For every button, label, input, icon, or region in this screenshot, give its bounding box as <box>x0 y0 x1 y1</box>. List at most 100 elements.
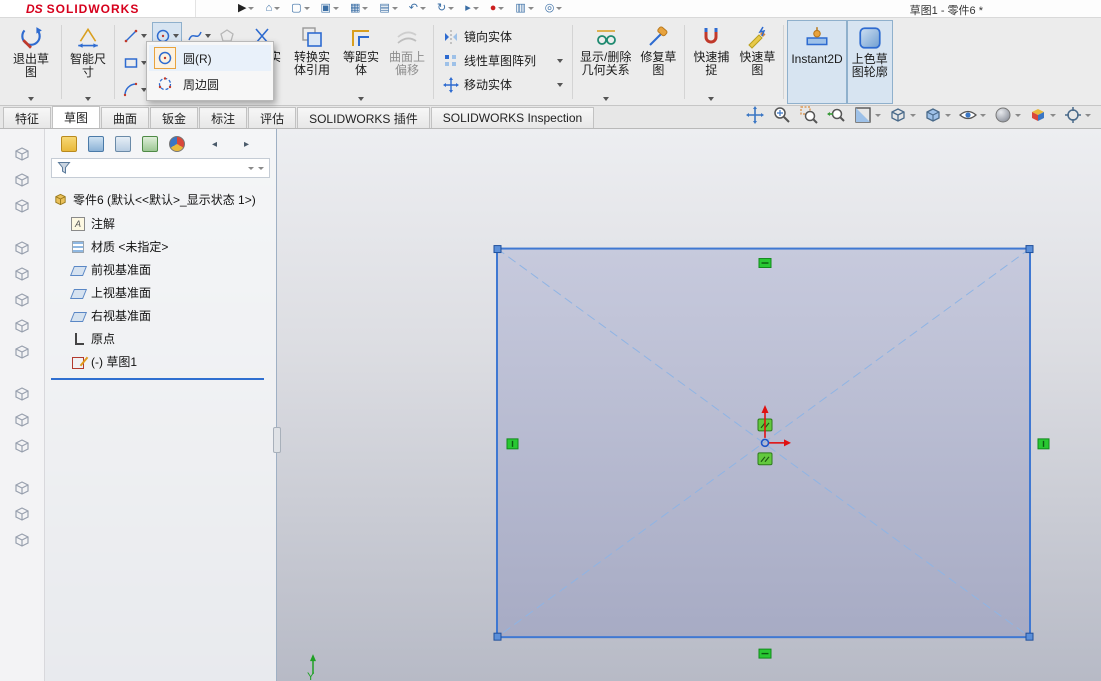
linear-sketch-pattern-button[interactable]: 线性草图阵列 <box>439 50 567 71</box>
displaymanager-tab-icon[interactable] <box>169 136 185 152</box>
smart-dimension-button[interactable]: 智能尺 寸 <box>65 20 111 104</box>
dropdown-caret-icon[interactable] <box>556 7 563 10</box>
tab-evaluate[interactable]: 评估 <box>248 107 297 128</box>
quick-snaps-button[interactable]: 快速捕 捉 <box>688 20 734 104</box>
propertymanager-tab-icon[interactable] <box>88 136 104 152</box>
tree-item-sketch1[interactable]: (-) 草图1 <box>45 350 276 373</box>
right-midpoint-handle[interactable] <box>1037 438 1050 450</box>
offset-entities-button[interactable]: 等距实 体 <box>338 20 384 104</box>
dropdown-caret-icon[interactable] <box>358 97 364 101</box>
docked-tool-icon-11[interactable] <box>13 437 31 455</box>
display-delete-relations-button[interactable]: 显示/删除 几何关系 <box>576 20 635 104</box>
corner-vertex-handle[interactable] <box>493 245 502 254</box>
sketch-rectangle[interactable] <box>493 245 1034 641</box>
file-properties-icon[interactable]: ▥ <box>515 3 534 14</box>
docked-tool-icon-5[interactable] <box>13 265 31 283</box>
select-arrow-icon[interactable]: ▸ <box>465 3 479 14</box>
graphics-viewport[interactable]: Y ◂ ▸ 零件6 (默认<<默认>_显示状态 1>) A 注解 材质 <未指定… <box>45 129 1101 681</box>
tab-markup[interactable]: 标注 <box>199 107 248 128</box>
dropdown-caret-icon[interactable] <box>472 7 479 10</box>
dropdown-caret-icon[interactable] <box>602 97 609 101</box>
dropdown-caret-icon[interactable] <box>448 7 455 10</box>
tree-item-annotations[interactable]: 注解 <box>45 212 276 235</box>
tree-item-front-plane[interactable]: 前视基准面 <box>45 258 276 281</box>
docked-tool-icon-14[interactable] <box>13 531 31 549</box>
rebuild-icon[interactable]: ↻ <box>437 3 455 14</box>
dropdown-caret-icon[interactable] <box>557 58 563 63</box>
panel-splitter[interactable] <box>273 427 281 453</box>
hide-show-items-icon[interactable] <box>958 105 986 125</box>
view-orientation-icon[interactable] <box>888 105 916 125</box>
featuremanager-tab-icon[interactable] <box>61 136 77 152</box>
tree-item-top-plane[interactable]: 上视基准面 <box>45 281 276 304</box>
dropdown-caret-icon[interactable] <box>274 7 281 10</box>
dropdown-caret-icon[interactable] <box>1015 113 1021 117</box>
rapid-sketch-button[interactable]: 快速草 图 <box>734 20 780 104</box>
previous-view-icon[interactable] <box>826 105 846 125</box>
tab-features[interactable]: 特征 <box>3 107 52 128</box>
pellet-icon[interactable]: ● <box>490 3 505 14</box>
offset-on-surface-button[interactable]: 曲面上 偏移 <box>384 20 430 104</box>
edit-appearance-icon[interactable] <box>993 105 1021 125</box>
view-settings-icon[interactable] <box>1063 105 1091 125</box>
dimxpertmanager-tab-icon[interactable] <box>142 136 158 152</box>
dropdown-caret-icon[interactable] <box>303 7 310 10</box>
bottom-midpoint-handle[interactable] <box>758 648 772 659</box>
convert-entities-button[interactable]: 转换实 体引用 <box>286 20 338 104</box>
dropdown-caret-icon[interactable] <box>498 7 505 10</box>
scroll-tabs-left-icon[interactable]: ◂ <box>196 136 217 152</box>
dropdown-caret-icon[interactable] <box>708 97 715 101</box>
tab-sketch[interactable]: 草图 <box>52 106 101 128</box>
dropdown-caret-icon[interactable] <box>28 97 34 101</box>
menu-item-circle[interactable]: 圆(R) <box>149 45 271 71</box>
dropdown-caret-icon[interactable] <box>419 7 426 10</box>
rollback-bar[interactable] <box>51 378 264 380</box>
docked-tool-icon-9[interactable] <box>13 385 31 403</box>
mirror-entities-button[interactable]: 镜向实体 <box>439 26 567 47</box>
print-icon[interactable]: ▤ <box>379 3 398 14</box>
exit-sketch-button[interactable]: 退出草 图 <box>4 20 58 104</box>
dropdown-caret-icon[interactable] <box>910 113 916 117</box>
menu-item-perimeter-circle[interactable]: 周边圆 <box>149 71 271 97</box>
options-gear-icon[interactable]: ◎ <box>545 3 563 14</box>
filter-options-caret-icon[interactable] <box>248 166 254 170</box>
docked-tool-icon-1[interactable] <box>13 145 31 163</box>
dropdown-caret-icon[interactable] <box>141 33 147 38</box>
docked-tool-icon-7[interactable] <box>13 317 31 335</box>
tree-item-part[interactable]: 零件6 (默认<<默认>_显示状态 1>) <box>45 188 276 212</box>
dropdown-caret-icon[interactable] <box>173 33 179 38</box>
docked-tool-icon-6[interactable] <box>13 291 31 309</box>
new-document-icon[interactable]: ▢ <box>291 3 310 14</box>
display-style-icon[interactable] <box>923 105 951 125</box>
dropdown-caret-icon[interactable] <box>875 113 881 117</box>
open-document-icon[interactable]: ▣ <box>321 3 339 14</box>
shaded-sketch-contours-button[interactable]: 上色草 图轮廓 <box>846 20 893 104</box>
docked-tool-icon-3[interactable] <box>13 197 31 215</box>
dropdown-caret-icon[interactable] <box>362 7 369 10</box>
filter-expand-caret-icon[interactable] <box>258 166 264 170</box>
tree-item-origin[interactable]: 原点 <box>45 327 276 350</box>
tree-item-material[interactable]: 材质 <未指定> <box>45 235 276 258</box>
dropdown-caret-icon[interactable] <box>557 82 563 87</box>
scroll-tabs-right-icon[interactable]: ▸ <box>228 136 249 152</box>
corner-vertex-handle[interactable] <box>1025 632 1034 641</box>
home-icon[interactable]: ⌂ <box>265 3 281 14</box>
tree-filter-bar[interactable] <box>51 158 270 178</box>
docked-tool-icon-10[interactable] <box>13 411 31 429</box>
repair-sketch-button[interactable]: 修复草 图 <box>635 20 681 104</box>
corner-vertex-handle[interactable] <box>1025 245 1034 254</box>
dropdown-caret-icon[interactable] <box>1050 113 1056 117</box>
undo-icon[interactable]: ↶ <box>409 3 426 14</box>
play-icon[interactable]: ▶ <box>238 3 255 14</box>
docked-tool-icon-12[interactable] <box>13 479 31 497</box>
docked-tool-icon-8[interactable] <box>13 343 31 361</box>
zoom-fit-icon[interactable] <box>772 105 792 125</box>
instant2d-button[interactable]: Instant2D <box>787 20 847 104</box>
pan-icon[interactable] <box>745 105 765 125</box>
tab-solidworks-addins[interactable]: SOLIDWORKS 插件 <box>297 107 430 128</box>
dropdown-caret-icon[interactable] <box>332 7 339 10</box>
docked-tool-icon-4[interactable] <box>13 239 31 257</box>
dropdown-caret-icon[interactable] <box>85 97 91 101</box>
dropdown-caret-icon[interactable] <box>1085 113 1091 117</box>
docked-tool-icon-13[interactable] <box>13 505 31 523</box>
